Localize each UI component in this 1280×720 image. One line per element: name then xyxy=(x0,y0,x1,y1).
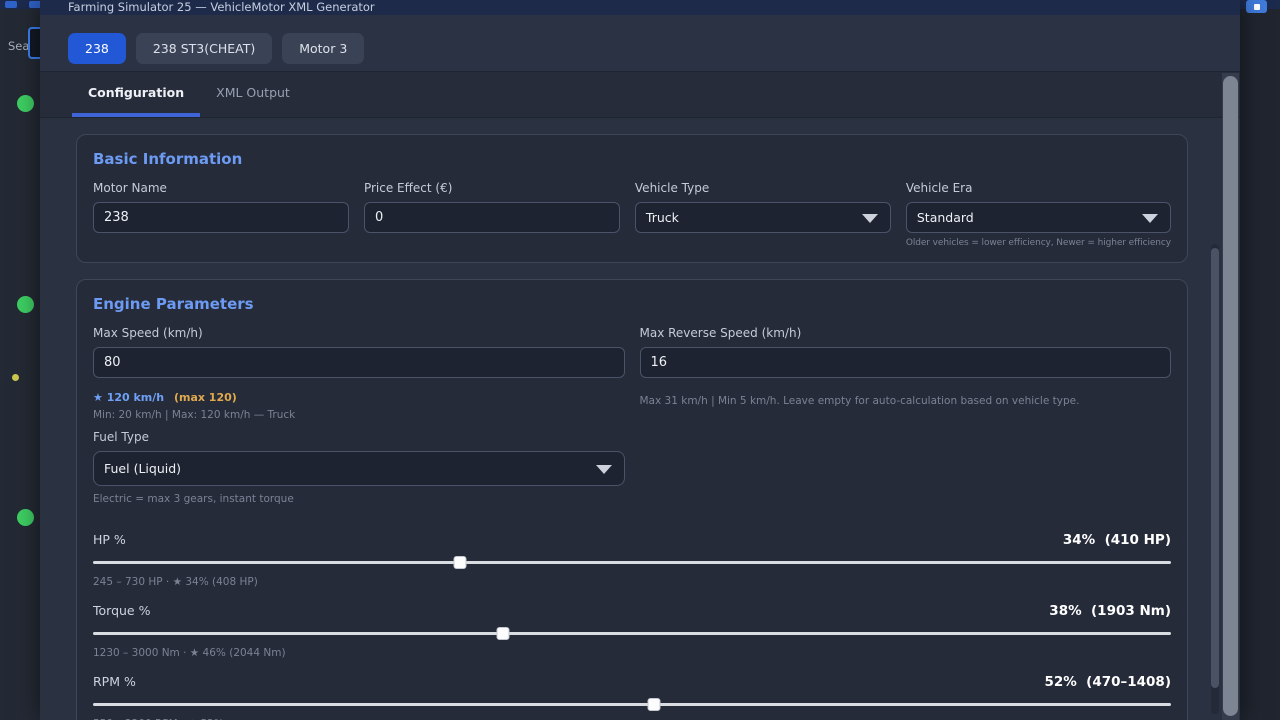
vehicle-era-select[interactable]: Standard xyxy=(906,202,1171,233)
tab-xml-output[interactable]: XML Output xyxy=(200,72,306,117)
background-sidebar: Search xyxy=(0,9,40,720)
status-indicator-icon xyxy=(17,296,34,313)
vehicle-type-field: Vehicle Type Truck xyxy=(635,181,891,248)
motor-tab-238-st3-cheat[interactable]: 238 ST3(CHEAT) xyxy=(136,33,272,64)
chevron-down-icon xyxy=(862,214,878,223)
vehicle-era-label: Vehicle Era xyxy=(906,181,1171,195)
vehicle-era-field: Vehicle Era Standard Older vehicles = lo… xyxy=(906,181,1171,248)
content-scrollbar[interactable] xyxy=(1211,244,1219,714)
background-app-button[interactable] xyxy=(1246,0,1267,13)
max-speed-label: Max Speed (km/h) xyxy=(93,326,625,340)
motor-name-input[interactable] xyxy=(93,202,349,233)
slider-track-line xyxy=(93,561,1171,564)
status-indicator-icon xyxy=(17,95,34,112)
vehicle-era-helper: Older vehicles = lower efficiency, Newer… xyxy=(906,238,1171,248)
torque-slider-track[interactable] xyxy=(93,627,1171,641)
fuel-type-select[interactable]: Fuel (Liquid) xyxy=(93,451,625,486)
hp-slider-track[interactable] xyxy=(93,556,1171,570)
hp-slider-thumb[interactable] xyxy=(453,556,466,569)
modal-scrollbar[interactable] xyxy=(1222,73,1239,720)
background-panel xyxy=(1240,9,1280,720)
chevron-down-icon xyxy=(596,465,612,474)
torque-slider-helper: 1230 – 3000 Nm · ★ 46% (2044 Nm) xyxy=(93,647,1171,659)
basic-information-heading: Basic Information xyxy=(93,150,1171,168)
background-button-fragment xyxy=(5,1,17,8)
max-speed-star-max: (max 120) xyxy=(174,391,237,404)
fuel-type-label: Fuel Type xyxy=(93,430,1171,444)
torque-slider: Torque % 38% (1903 Nm) 1230 – 3000 Nm · … xyxy=(93,602,1171,659)
hp-slider-value: 34% (410 HP) xyxy=(1063,532,1171,548)
hp-slider-label: HP % xyxy=(93,532,126,547)
motor-name-label: Motor Name xyxy=(93,181,349,195)
motor-tab-238[interactable]: 238 xyxy=(68,33,126,64)
hp-slider: HP % 34% (410 HP) 245 – 730 HP · ★ 34% (… xyxy=(93,531,1171,588)
max-reverse-speed-field: Max Reverse Speed (km/h) Max 31 km/h | M… xyxy=(640,326,1172,422)
motor-tab-motor-3[interactable]: Motor 3 xyxy=(282,33,364,64)
fuel-type-helper: Electric = max 3 gears, instant torque xyxy=(93,492,1171,506)
max-speed-recommended: ★ 120 km/h (max 120) xyxy=(93,391,625,404)
max-reverse-speed-helper: Max 31 km/h | Min 5 km/h. Leave empty fo… xyxy=(640,394,1172,408)
tab-configuration[interactable]: Configuration xyxy=(72,72,200,117)
torque-slider-value: 38% (1903 Nm) xyxy=(1049,603,1171,619)
vehiclemotor-dialog: Farming Simulator 25 — VehicleMotor XML … xyxy=(40,0,1240,720)
torque-slider-thumb[interactable] xyxy=(496,627,509,640)
rpm-slider: RPM % 52% (470–1408) 550 – 2200 RPM · ★ … xyxy=(93,673,1171,720)
dialog-titlebar: Farming Simulator 25 — VehicleMotor XML … xyxy=(40,0,1240,15)
max-reverse-speed-input[interactable] xyxy=(640,347,1172,378)
vehicle-type-value: Truck xyxy=(646,210,679,225)
max-speed-input[interactable] xyxy=(93,347,625,378)
rpm-slider-value: 52% (470–1408) xyxy=(1044,674,1171,690)
motor-name-field: Motor Name xyxy=(93,181,349,248)
fuel-type-field: Fuel Type Fuel (Liquid) Electric = max 3… xyxy=(93,430,1171,506)
warning-indicator-icon xyxy=(12,374,19,381)
engine-parameters-card: Engine Parameters Max Speed (km/h) ★ 120… xyxy=(76,279,1188,720)
engine-parameters-heading: Engine Parameters xyxy=(93,295,1171,313)
max-reverse-speed-label: Max Reverse Speed (km/h) xyxy=(640,326,1172,340)
price-effect-label: Price Effect (€) xyxy=(364,181,620,195)
vehicle-type-label: Vehicle Type xyxy=(635,181,891,195)
vehicle-type-select[interactable]: Truck xyxy=(635,202,891,233)
basic-info-fields: Motor Name Price Effect (€) Vehicle Type… xyxy=(93,181,1171,248)
max-speed-field: Max Speed (km/h) ★ 120 km/h (max 120) Mi… xyxy=(93,326,625,422)
engine-sliders: HP % 34% (410 HP) 245 – 730 HP · ★ 34% (… xyxy=(93,531,1171,720)
window-title: Farming Simulator 25 — VehicleMotor XML … xyxy=(40,0,1240,15)
slider-track-line xyxy=(93,632,1171,635)
motor-tabs-bar: 238 238 ST3(CHEAT) Motor 3 xyxy=(40,15,1240,72)
price-effect-field: Price Effect (€) xyxy=(364,181,620,248)
max-speed-helper: Min: 20 km/h | Max: 120 km/h — Truck xyxy=(93,408,625,422)
price-effect-input[interactable] xyxy=(364,202,620,233)
max-speed-star-value: ★ 120 km/h xyxy=(93,391,164,404)
rpm-slider-head: RPM % 52% (470–1408) xyxy=(93,673,1171,690)
modal-scrollbar-thumb[interactable] xyxy=(1223,76,1238,716)
rpm-slider-label: RPM % xyxy=(93,674,136,689)
torque-slider-label: Torque % xyxy=(93,603,150,618)
vehicle-era-value: Standard xyxy=(917,210,974,225)
status-indicator-icon xyxy=(17,509,34,526)
view-tabs-bar: Configuration XML Output xyxy=(40,72,1240,118)
speed-fields: Max Speed (km/h) ★ 120 km/h (max 120) Mi… xyxy=(93,326,1171,422)
slider-track-line xyxy=(93,703,1171,706)
background-app-icon xyxy=(1254,4,1260,10)
configuration-panel: Basic Information Motor Name Price Effec… xyxy=(40,118,1240,720)
chevron-down-icon xyxy=(1142,214,1158,223)
fuel-type-value: Fuel (Liquid) xyxy=(104,461,181,476)
basic-information-card: Basic Information Motor Name Price Effec… xyxy=(76,134,1188,263)
rpm-slider-thumb[interactable] xyxy=(647,698,660,711)
content-scrollbar-thumb[interactable] xyxy=(1211,248,1219,688)
hp-slider-helper: 245 – 730 HP · ★ 34% (408 HP) xyxy=(93,576,1171,588)
rpm-slider-track[interactable] xyxy=(93,698,1171,712)
torque-slider-head: Torque % 38% (1903 Nm) xyxy=(93,602,1171,619)
hp-slider-head: HP % 34% (410 HP) xyxy=(93,531,1171,548)
